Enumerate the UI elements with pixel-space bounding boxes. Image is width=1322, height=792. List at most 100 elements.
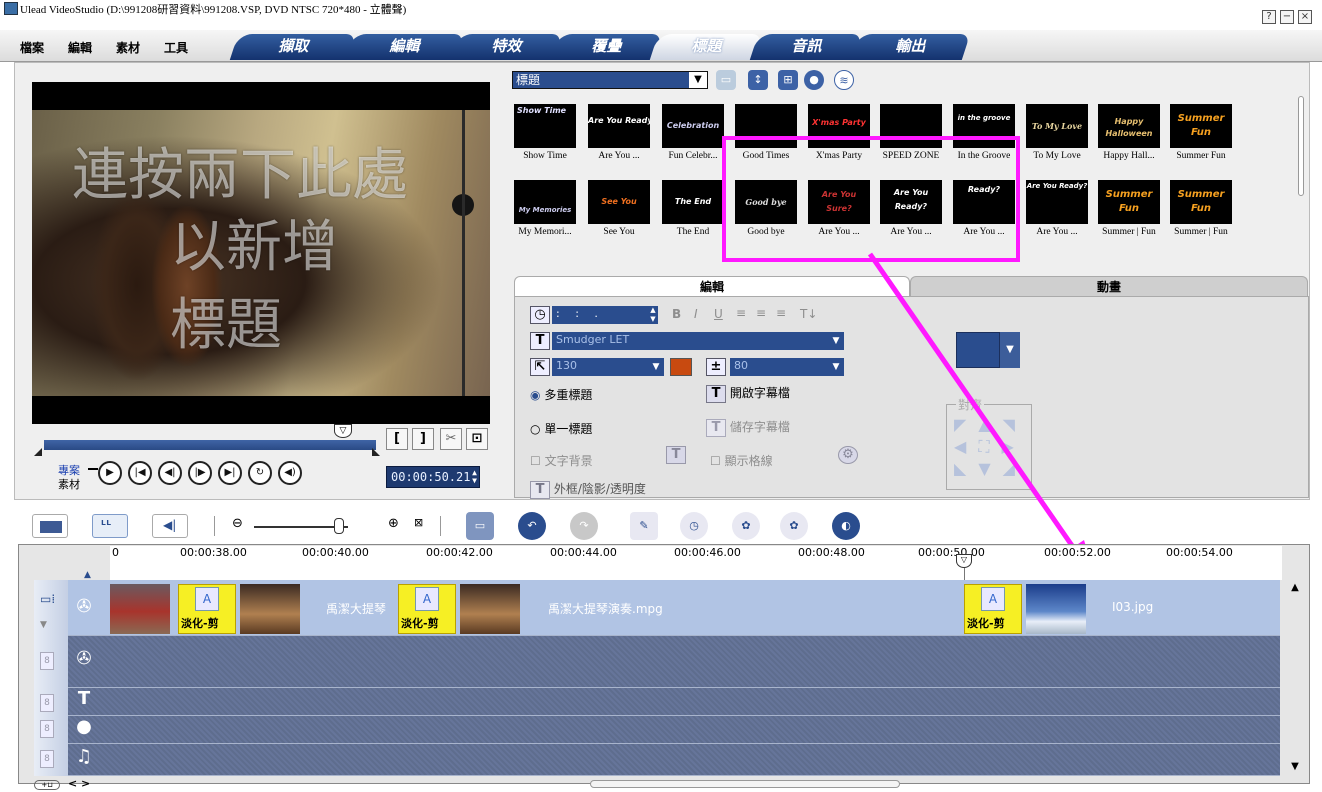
- timecode-field[interactable]: 00:00:50.21 ▲ ▼: [386, 466, 480, 488]
- track-manager-icon[interactable]: ✿: [780, 512, 808, 540]
- home-button[interactable]: |◀: [128, 461, 152, 485]
- lock-icon[interactable]: 8: [40, 652, 54, 670]
- tab-audio[interactable]: 音訊: [749, 34, 863, 60]
- reel-icon[interactable]: ✿: [732, 512, 760, 540]
- multi-title-radio[interactable]: ◉ 多重標題: [530, 386, 592, 403]
- trim-end-marker[interactable]: [372, 448, 380, 456]
- tab-edit-options[interactable]: 編輯: [514, 276, 910, 296]
- duration-field[interactable]: : : .: [552, 306, 648, 324]
- overlay-track[interactable]: [68, 636, 1280, 688]
- title-thumb[interactable]: The End The End: [662, 180, 724, 242]
- playhead-marker[interactable]: ▽: [956, 554, 972, 568]
- title-thumb[interactable]: Are You Ready? Are You ...: [588, 104, 650, 166]
- folder-icon[interactable]: ▭: [716, 70, 736, 90]
- mark-out-button[interactable]: ]: [412, 428, 434, 450]
- bold-button[interactable]: B: [672, 307, 681, 321]
- text-color-swatch[interactable]: [670, 358, 692, 376]
- trim-start-marker[interactable]: [34, 448, 42, 456]
- clip-mode-label[interactable]: 素材: [58, 476, 80, 492]
- insert-media-icon[interactable]: ▭: [466, 512, 494, 540]
- clock-icon[interactable]: ◷: [680, 512, 708, 540]
- title-thumb[interactable]: Celebration Fun Celebr...: [662, 104, 724, 166]
- audio-view-button[interactable]: ◀|: [152, 514, 188, 538]
- tab-effect[interactable]: 特效: [449, 34, 563, 60]
- previous-frame-button[interactable]: ◀|: [158, 461, 182, 485]
- add-track-button[interactable]: +⊔: [34, 780, 60, 790]
- zoom-out-icon[interactable]: ⊖: [232, 516, 243, 531]
- track-options-icon[interactable]: ▭⁞: [40, 592, 55, 606]
- tab-edit[interactable]: 編輯: [343, 34, 465, 60]
- chevron-down-icon[interactable]: ▼: [648, 358, 664, 376]
- fit-project-icon[interactable]: ⊠: [414, 516, 423, 529]
- storyboard-view-button[interactable]: [32, 514, 68, 538]
- chevron-down-icon[interactable]: ▼: [828, 358, 844, 376]
- underline-button[interactable]: U: [714, 307, 723, 321]
- repeat-button[interactable]: ↻: [248, 461, 272, 485]
- single-title-radio[interactable]: ○ 單一標題: [530, 420, 592, 437]
- chevron-down-icon[interactable]: ▼: [828, 332, 844, 350]
- video-clip-thumbnail[interactable]: [460, 584, 520, 634]
- video-clip-thumbnail[interactable]: [110, 584, 170, 634]
- title-track[interactable]: [68, 688, 1280, 716]
- zoom-in-icon[interactable]: ⊕: [388, 516, 399, 531]
- italic-button[interactable]: I: [694, 307, 698, 321]
- chevron-down-icon[interactable]: ▼: [689, 72, 707, 88]
- library-scrollbar[interactable]: [1298, 96, 1304, 196]
- voice-track[interactable]: [68, 716, 1280, 744]
- zoom-slider-thumb[interactable]: [334, 518, 344, 534]
- title-thumb[interactable]: My Memories My Memori...: [514, 180, 576, 242]
- title-thumb[interactable]: Summer Fun Summer Fun: [1170, 104, 1232, 166]
- font-size-field[interactable]: 130: [552, 358, 648, 376]
- video-clip-thumbnail[interactable]: [240, 584, 300, 634]
- line-spacing-field[interactable]: 80: [730, 358, 828, 376]
- image-clip-thumbnail[interactable]: [1026, 584, 1086, 634]
- chevron-down-icon[interactable]: ▼: [1286, 761, 1304, 772]
- grid-settings-icon[interactable]: ⚙: [838, 446, 858, 464]
- chevron-down-icon[interactable]: ▼: [40, 620, 47, 630]
- menu-clip[interactable]: 素材: [116, 39, 140, 56]
- font-select[interactable]: Smudger LET: [552, 332, 828, 350]
- timecode-spinner[interactable]: ▲ ▼: [472, 469, 477, 485]
- chevron-up-icon[interactable]: ▲: [84, 570, 91, 580]
- title-thumb[interactable]: Happy Halloween Happy Hall...: [1098, 104, 1160, 166]
- text-background-settings-icon[interactable]: T: [666, 446, 686, 464]
- align-right-icon[interactable]: ≡: [776, 306, 786, 320]
- timeline-view-button[interactable]: ᒻᒻ: [92, 514, 128, 538]
- title-thumb[interactable]: Show Time Show Time: [514, 104, 576, 166]
- lock-icon[interactable]: 8: [40, 750, 54, 768]
- menu-tools[interactable]: 工具: [164, 39, 188, 56]
- lock-icon[interactable]: 8: [40, 694, 54, 712]
- play-button[interactable]: ▶: [98, 461, 122, 485]
- transition-clip[interactable]: A 淡化-剪: [178, 584, 236, 634]
- enlarge-preview-button[interactable]: ⊡: [466, 428, 488, 450]
- save-subtitle-button[interactable]: T 儲存字幕檔: [706, 418, 790, 437]
- duration-spinner[interactable]: ▲ ▼: [648, 306, 658, 324]
- collapse-library-icon[interactable]: ≋: [834, 70, 854, 90]
- music-track[interactable]: [68, 744, 1280, 776]
- align-center-icon[interactable]: ≡: [756, 306, 766, 320]
- tab-overlay[interactable]: 覆疊: [549, 34, 663, 60]
- lock-icon[interactable]: 8: [40, 720, 54, 738]
- text-background-checkbox[interactable]: ☐ 文字背景: [530, 452, 593, 469]
- cut-clip-button[interactable]: ✂: [440, 428, 462, 450]
- next-frame-button[interactable]: |▶: [188, 461, 212, 485]
- sort-icon[interactable]: ↕: [748, 70, 768, 90]
- open-subtitle-button[interactable]: T 開啟字幕檔: [706, 384, 790, 403]
- chevron-up-icon[interactable]: ▲: [1286, 582, 1304, 593]
- surround-sound-icon[interactable]: ◐: [832, 512, 860, 540]
- minimize-button[interactable]: −: [1280, 10, 1294, 24]
- title-thumb[interactable]: Summer Fun Summer | Fun: [1170, 180, 1232, 242]
- border-shadow-button[interactable]: T 外框/陰影/透明度: [530, 480, 646, 499]
- align-left-icon[interactable]: ≡: [736, 306, 746, 320]
- timeline-vertical-scrollbar[interactable]: ▲ ▼: [1286, 582, 1304, 778]
- timeline-nav-arrows[interactable]: < >: [68, 777, 90, 790]
- preview-window[interactable]: 連按兩下此處 以新增 標題: [32, 82, 490, 424]
- tab-capture[interactable]: 擷取: [229, 34, 357, 60]
- scrubber-track[interactable]: [44, 440, 376, 450]
- vertical-text-icon[interactable]: T↓: [800, 307, 817, 321]
- menu-edit[interactable]: 編輯: [68, 39, 92, 56]
- mark-in-button[interactable]: [: [386, 428, 408, 450]
- redo-icon[interactable]: ↷: [570, 512, 598, 540]
- help-button[interactable]: ?: [1262, 10, 1276, 24]
- transition-clip[interactable]: A 淡化-剪: [398, 584, 456, 634]
